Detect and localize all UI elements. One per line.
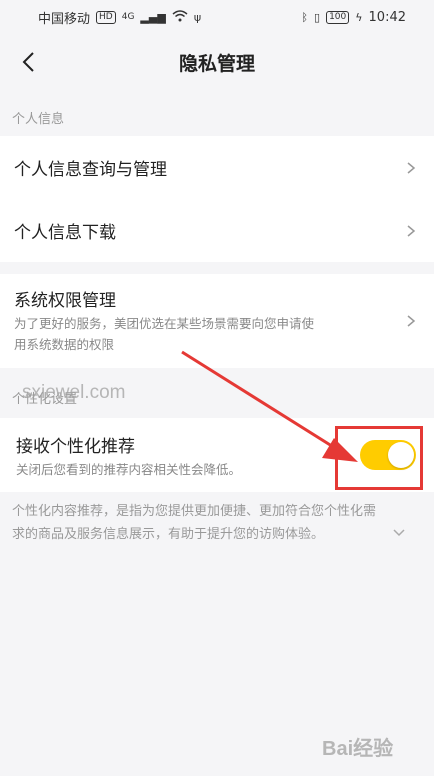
watermark-site: sxiewel.com [22,382,126,403]
annotation-highlight-box [335,426,423,490]
watermark-brand: Bai经验 [322,738,394,760]
